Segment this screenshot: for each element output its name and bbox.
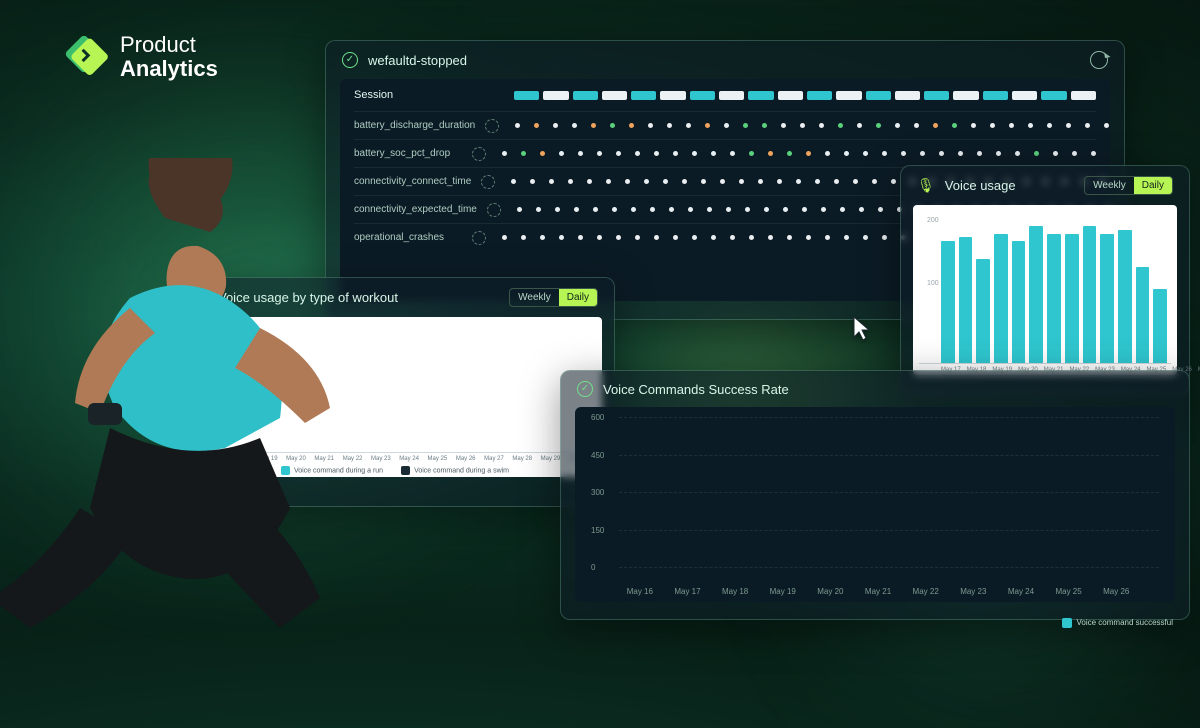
session-label: Session: [354, 89, 504, 101]
ytick: 100: [927, 280, 939, 287]
metric-label: connectivity_connect_time: [354, 176, 471, 187]
vusage-header: 🎙 Voice usage Weekly Daily: [901, 166, 1189, 205]
gear-icon[interactable]: [485, 119, 499, 133]
success-panel: Voice Commands Success Rate 600450300150…: [560, 370, 1190, 620]
gear-icon[interactable]: [472, 231, 486, 245]
check-icon: [577, 381, 593, 397]
success-title: Voice Commands Success Rate: [603, 382, 789, 397]
brand-line1: Product: [120, 32, 196, 57]
workout-chart: May 17May 18May 19May 20May 21May 22May …: [188, 317, 602, 477]
success-header: Voice Commands Success Rate: [561, 371, 1189, 407]
metric-label: connectivity_expected_time: [354, 204, 477, 215]
toggle-weekly[interactable]: Weekly: [1085, 177, 1134, 194]
metric-label: battery_soc_pct_drop: [354, 148, 462, 159]
workout-panel: Voice usage by type of workout Weekly Da…: [175, 277, 615, 507]
workout-header: Voice usage by type of workout Weekly Da…: [176, 278, 614, 317]
gear-icon[interactable]: [481, 175, 495, 189]
metric-label: battery_discharge_duration: [354, 120, 475, 131]
legend-swim: Voice command during a swim: [414, 467, 509, 474]
brand-line2: Analytics: [120, 56, 218, 81]
ytick: 200: [927, 217, 939, 224]
session-segments: [514, 91, 1096, 100]
toggle-daily[interactable]: Daily: [1134, 177, 1172, 194]
vusage-chart: 200 100 May 17May 18May 19May 20May 21Ma…: [913, 205, 1177, 375]
vusage-title: Voice usage: [945, 178, 1016, 193]
legend-success: Voice command successful: [1077, 618, 1174, 627]
tracker-header: wefaultd-stopped: [326, 41, 1124, 79]
voice-usage-panel: 🎙 Voice usage Weekly Daily 200 100 May 1…: [900, 165, 1190, 395]
vusage-toggle[interactable]: Weekly Daily: [1084, 176, 1173, 195]
gear-icon[interactable]: [487, 203, 501, 217]
workout-title: Voice usage by type of workout: [218, 290, 398, 305]
tracker-title: wefaultd-stopped: [368, 53, 467, 68]
check-icon: [342, 52, 358, 68]
workout-legend: Voice command during a run Voice command…: [196, 462, 594, 475]
check-icon: [192, 290, 208, 306]
success-chart: 6004503001500 May 16May 17May 18May 19Ma…: [575, 407, 1175, 602]
toggle-daily[interactable]: Daily: [559, 289, 597, 306]
brand-mark-icon: [60, 30, 108, 83]
metric-row: battery_discharge_duration: [354, 111, 1096, 139]
success-legend: Voice command successful: [561, 612, 1189, 628]
legend-run: Voice command during a run: [294, 467, 383, 474]
session-row: Session: [354, 89, 1096, 101]
workout-toggle[interactable]: Weekly Daily: [509, 288, 598, 307]
gear-icon[interactable]: [472, 147, 486, 161]
metric-label: operational_crashes: [354, 232, 462, 243]
mic-icon: 🎙: [917, 177, 935, 194]
metric-row: battery_soc_pct_drop: [354, 139, 1096, 167]
brand-logo: Product Analytics: [60, 30, 218, 83]
brand-text: Product Analytics: [120, 33, 218, 79]
toggle-weekly[interactable]: Weekly: [510, 289, 559, 306]
refresh-icon[interactable]: [1090, 51, 1108, 69]
